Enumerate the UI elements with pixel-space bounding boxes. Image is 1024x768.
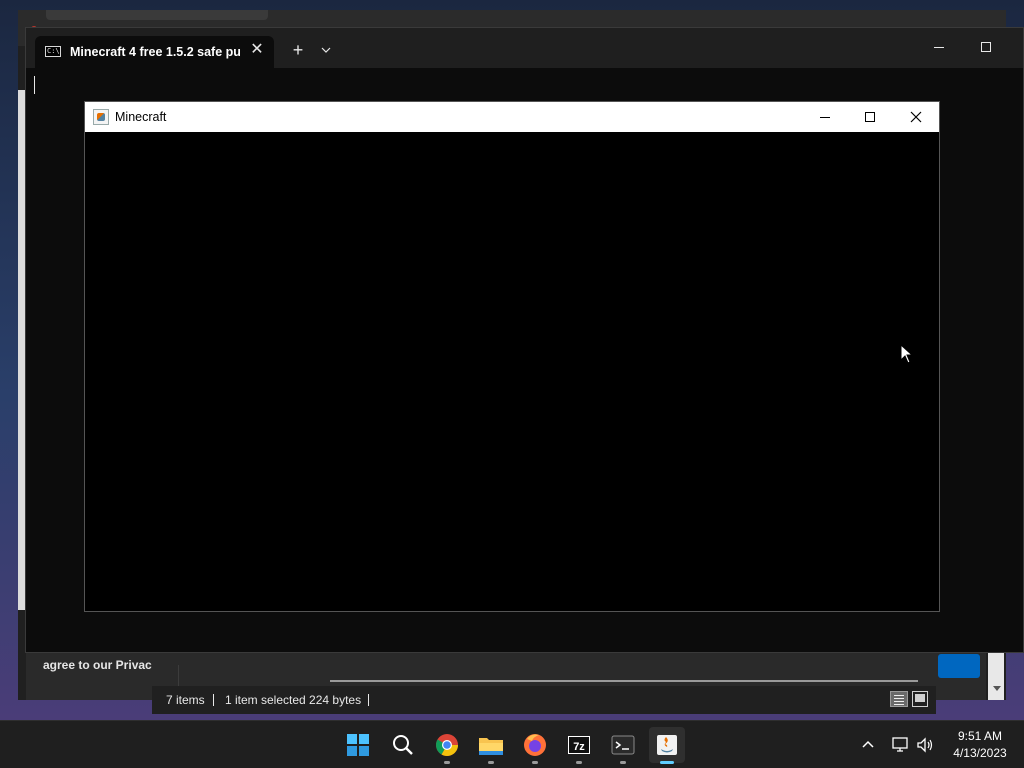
- terminal-icon: [611, 735, 635, 755]
- taskbar: 7z 9:51 AM 4/13/2023: [0, 720, 1024, 768]
- chrome-icon: [436, 734, 458, 756]
- running-indicator: [488, 761, 494, 764]
- file-explorer-icon: [479, 738, 503, 755]
- clock-time[interactable]: 9:51 AM: [945, 729, 1015, 743]
- terminal-titlebar[interactable]: C:\ Minecraft 4 free 1.5.2 safe pur ✕ +: [26, 28, 1023, 68]
- windows-start-icon: [347, 734, 369, 756]
- tab-close-icon[interactable]: ✕: [247, 40, 267, 60]
- tab-dropdown-icon[interactable]: [316, 40, 336, 60]
- java-icon: [657, 735, 677, 755]
- details-view-icon[interactable]: [890, 691, 908, 707]
- taskbar-java[interactable]: [649, 727, 685, 764]
- new-tab-button[interactable]: +: [288, 40, 308, 60]
- taskbar-terminal[interactable]: [605, 727, 641, 764]
- minimize-button[interactable]: [813, 107, 837, 127]
- taskbar-chrome[interactable]: [429, 727, 465, 764]
- large-icons-view-icon[interactable]: [912, 691, 928, 707]
- scroll-down-icon[interactable]: [993, 686, 1001, 691]
- explorer-status-bar: 7 items 1 item selected 224 bytes: [152, 686, 936, 714]
- volume-button[interactable]: [915, 735, 935, 755]
- minimize-button[interactable]: [925, 38, 953, 58]
- minecraft-window: Minecraft: [84, 101, 940, 612]
- search-icon: [393, 735, 413, 755]
- close-button[interactable]: [904, 107, 928, 127]
- speaker-icon: [917, 737, 933, 753]
- taskbar-file-explorer[interactable]: [473, 727, 509, 764]
- status-separator: [213, 694, 214, 706]
- close-icon: [910, 111, 922, 123]
- accept-button[interactable]: [938, 654, 980, 678]
- game-canvas[interactable]: [85, 132, 939, 611]
- browser-tab[interactable]: [46, 10, 268, 20]
- firefox-icon: [524, 734, 546, 756]
- running-indicator: [444, 761, 450, 764]
- terminal-tab[interactable]: C:\ Minecraft 4 free 1.5.2 safe pur ✕: [35, 36, 274, 68]
- command-prompt-icon: C:\: [45, 46, 61, 57]
- taskbar-7zip[interactable]: 7z: [561, 727, 597, 764]
- explorer-separator-line: [330, 680, 918, 682]
- search-button[interactable]: [385, 727, 421, 763]
- browser-scrollbar[interactable]: [988, 650, 1004, 700]
- running-indicator: [532, 761, 538, 764]
- show-hidden-icons-button[interactable]: [860, 737, 876, 753]
- maximize-button[interactable]: [858, 107, 882, 127]
- window-title: Minecraft: [115, 110, 167, 124]
- java-icon: [93, 109, 109, 125]
- running-indicator: [620, 761, 626, 764]
- active-indicator: [660, 761, 674, 764]
- item-count-text: 7 items: [166, 693, 205, 707]
- maximize-button[interactable]: [972, 38, 1000, 58]
- svg-text:7z: 7z: [573, 741, 585, 753]
- 7zip-icon: 7z: [568, 736, 590, 754]
- minecraft-titlebar[interactable]: Minecraft: [85, 102, 939, 132]
- start-button[interactable]: [340, 727, 376, 763]
- mouse-cursor-icon: [900, 344, 914, 364]
- selection-info-text: 1 item selected 224 bytes: [225, 693, 362, 707]
- privacy-notice-text: agree to our Privac: [43, 658, 152, 672]
- running-indicator: [576, 761, 582, 764]
- clock-date[interactable]: 4/13/2023: [945, 746, 1015, 760]
- terminal-cursor: [34, 76, 35, 94]
- network-button[interactable]: [890, 735, 910, 755]
- taskbar-firefox[interactable]: [517, 727, 553, 764]
- chevron-up-icon: [862, 740, 874, 748]
- terminal-tab-title: Minecraft 4 free 1.5.2 safe pur: [70, 45, 240, 59]
- network-icon: [892, 737, 908, 752]
- status-separator: [368, 694, 369, 706]
